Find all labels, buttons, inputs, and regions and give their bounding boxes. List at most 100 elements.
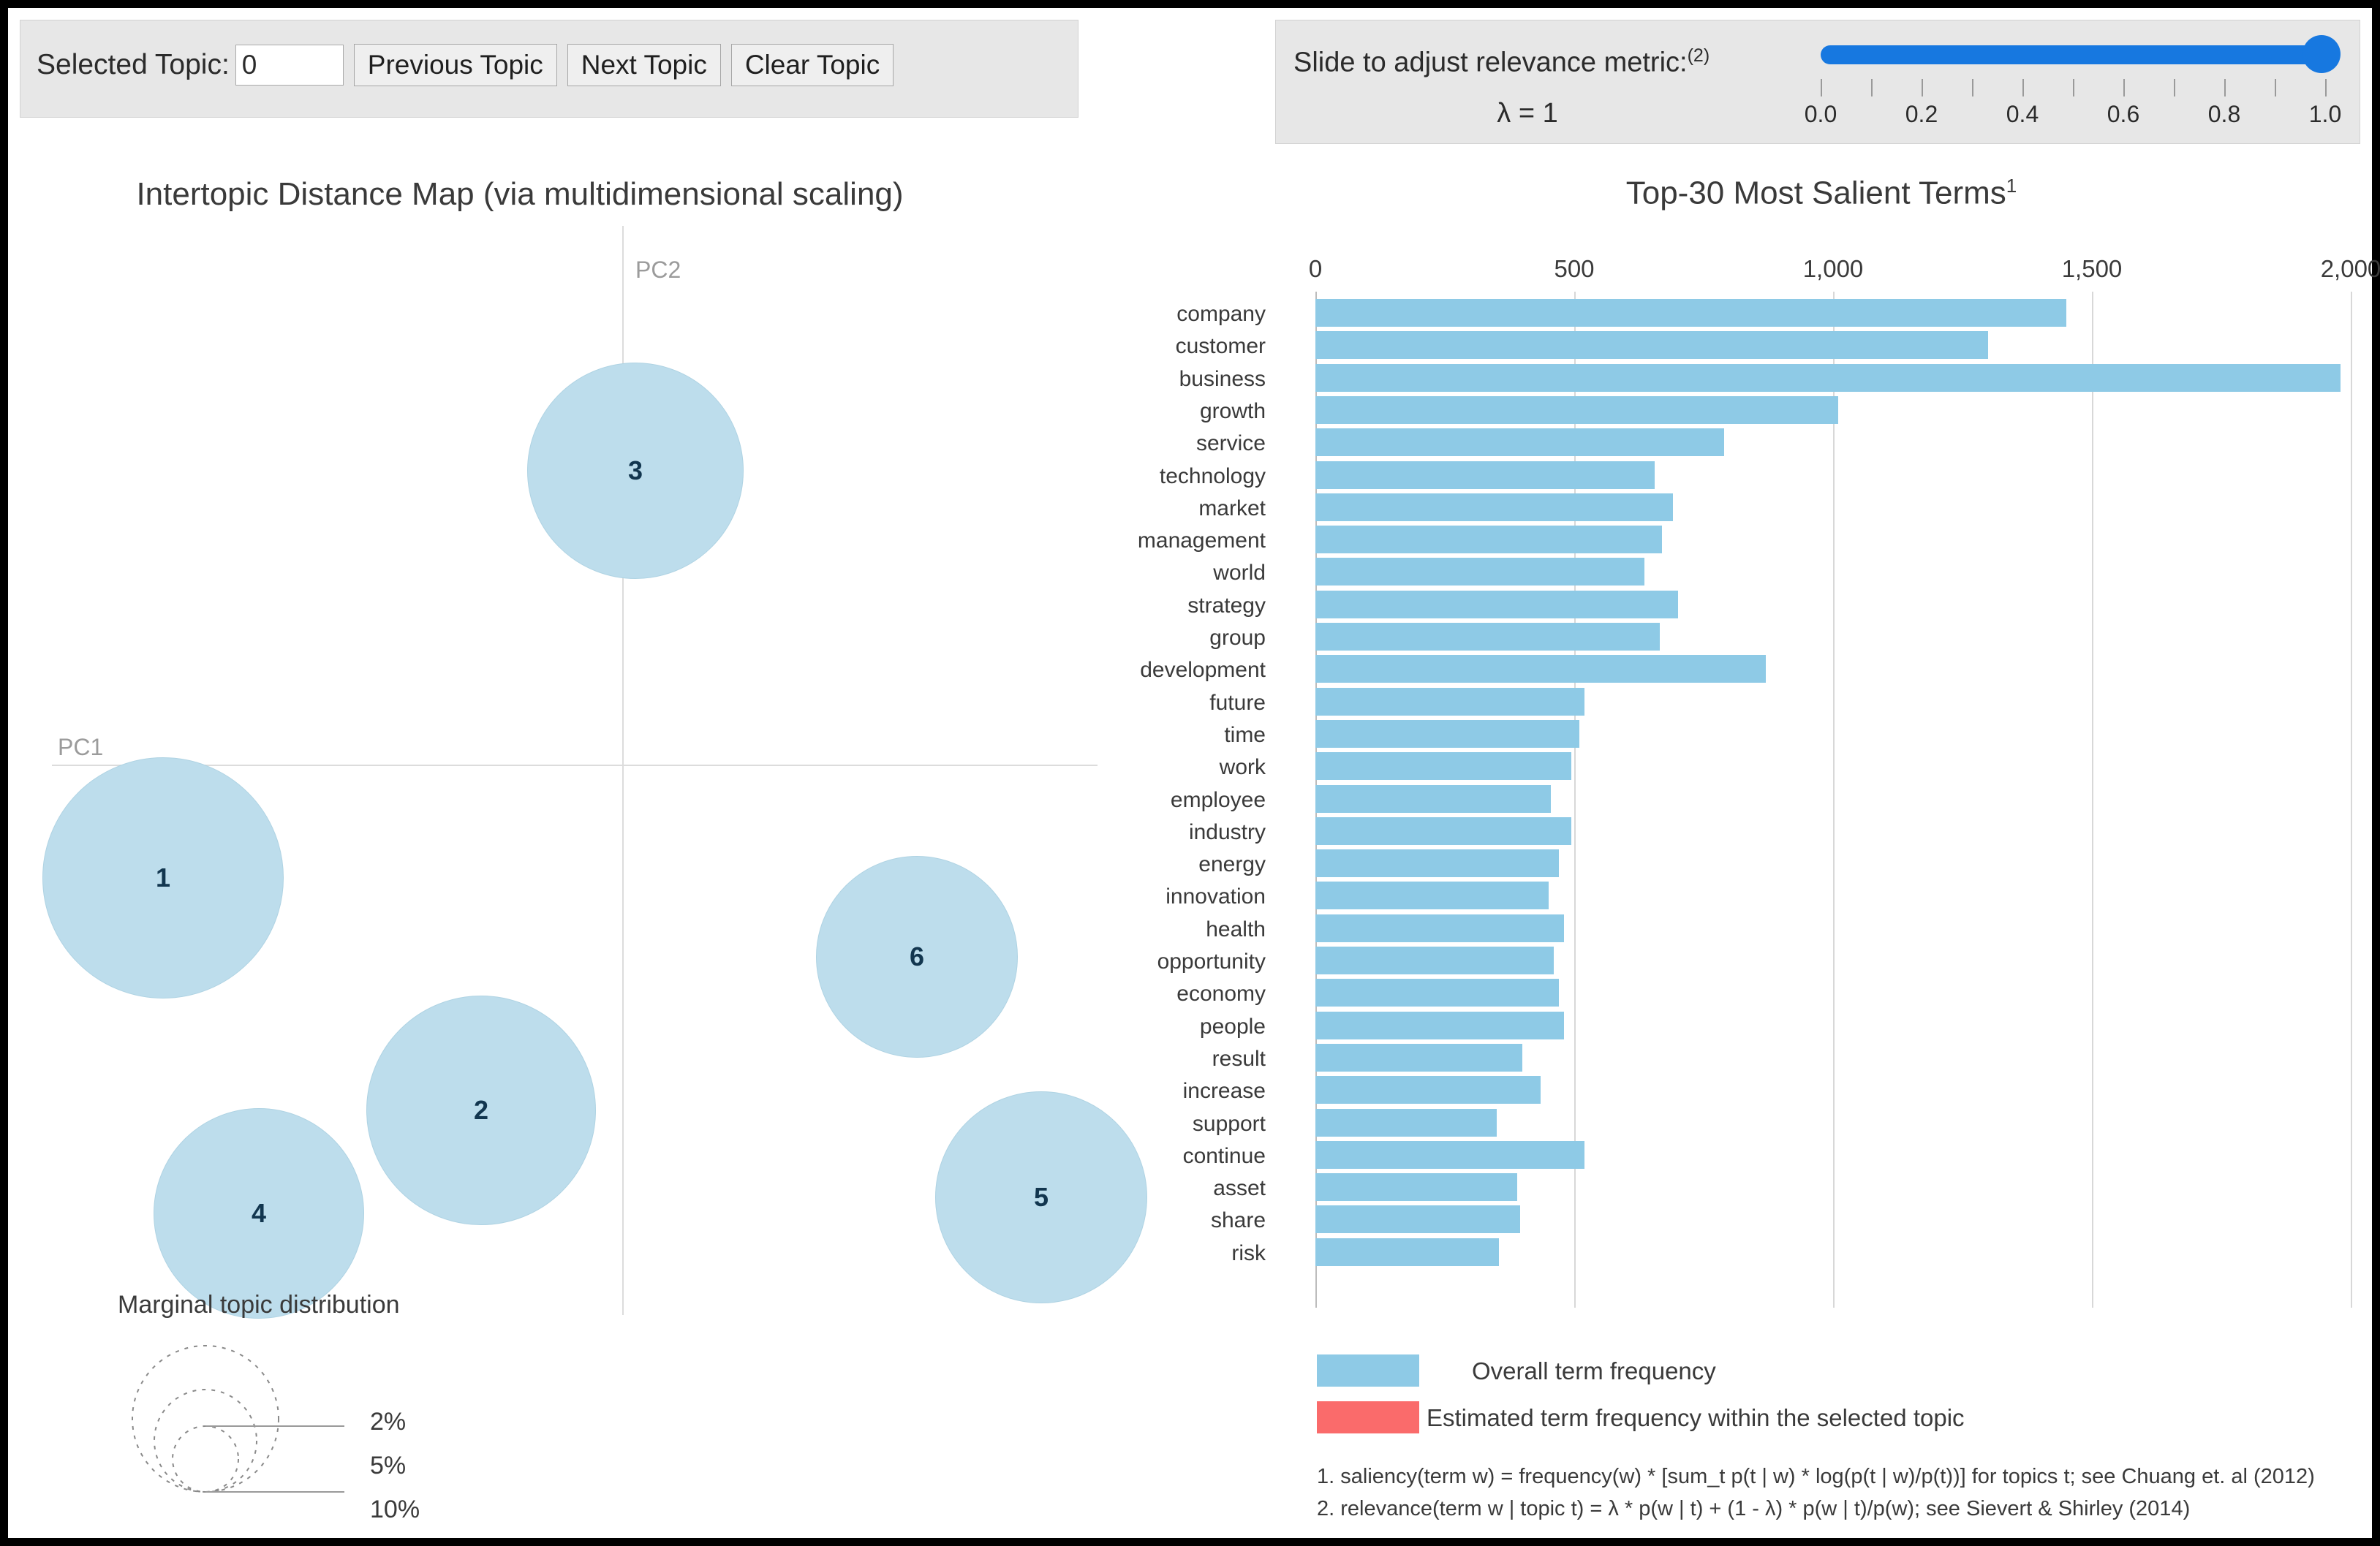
term-row[interactable]: customer <box>1176 330 2372 362</box>
term-row[interactable]: opportunity <box>1157 945 2372 977</box>
term-bar[interactable] <box>1315 979 1559 1007</box>
term-row[interactable]: growth <box>1200 395 2372 427</box>
term-row[interactable]: business <box>1179 363 2372 395</box>
term-bar[interactable] <box>1315 590 1678 618</box>
term-label[interactable]: technology <box>959 464 1266 489</box>
term-row[interactable]: strategy <box>1187 589 2372 621</box>
topic-circle-3[interactable] <box>527 363 744 579</box>
term-label[interactable]: innovation <box>959 884 1266 909</box>
term-row[interactable]: result <box>1212 1042 2372 1075</box>
term-row[interactable]: service <box>1196 427 2372 459</box>
term-row[interactable]: people <box>1200 1010 2372 1042</box>
term-label[interactable]: result <box>959 1047 1266 1072</box>
term-label[interactable]: asset <box>959 1176 1266 1201</box>
term-row[interactable]: support <box>1193 1107 2372 1140</box>
term-label[interactable]: development <box>959 658 1266 683</box>
term-label[interactable]: employee <box>959 788 1266 813</box>
term-bar[interactable] <box>1315 1205 1520 1234</box>
term-bar[interactable] <box>1315 687 1585 716</box>
term-bar[interactable] <box>1315 526 1663 554</box>
topic-circle-1[interactable] <box>42 757 284 999</box>
term-bar[interactable] <box>1315 428 1725 457</box>
previous-topic-button[interactable]: Previous Topic <box>353 44 557 86</box>
slider-track[interactable] <box>1821 45 2325 64</box>
term-label[interactable]: continue <box>959 1144 1266 1169</box>
term-bar[interactable] <box>1315 914 1564 942</box>
term-label[interactable]: risk <box>959 1241 1266 1266</box>
term-label[interactable]: share <box>959 1208 1266 1233</box>
term-bar[interactable] <box>1315 623 1660 651</box>
term-bar[interactable] <box>1315 493 1673 521</box>
term-row[interactable]: risk <box>1231 1237 2372 1269</box>
term-row[interactable]: employee <box>1171 784 2372 816</box>
term-bar[interactable] <box>1315 655 1766 683</box>
term-bar[interactable] <box>1315 816 1572 845</box>
slider-handle[interactable] <box>2302 35 2341 73</box>
term-row[interactable]: work <box>1220 751 2372 783</box>
clear-topic-button[interactable]: Clear Topic <box>730 44 894 86</box>
term-label[interactable]: increase <box>959 1079 1266 1104</box>
term-bar[interactable] <box>1315 1108 1497 1137</box>
term-bar[interactable] <box>1315 363 2341 392</box>
term-row[interactable]: development <box>1140 653 2372 686</box>
term-bar[interactable] <box>1315 1238 1500 1266</box>
term-bar[interactable] <box>1315 1011 1564 1039</box>
term-bar[interactable] <box>1315 1076 1541 1104</box>
term-bar[interactable] <box>1315 1140 1585 1169</box>
term-row[interactable]: industry <box>1189 816 2372 848</box>
term-label[interactable]: growth <box>959 399 1266 424</box>
term-label[interactable]: business <box>959 367 1266 392</box>
term-bar[interactable] <box>1315 784 1552 813</box>
term-row[interactable]: economy <box>1176 977 2372 1009</box>
term-label[interactable]: future <box>959 691 1266 716</box>
term-label[interactable]: work <box>959 755 1266 780</box>
term-row[interactable]: management <box>1138 524 2372 556</box>
term-label[interactable]: service <box>959 431 1266 456</box>
term-label[interactable]: support <box>959 1112 1266 1137</box>
term-label[interactable]: management <box>959 528 1266 553</box>
topic-circle-4[interactable] <box>154 1108 364 1319</box>
term-row[interactable]: asset <box>1213 1172 2372 1204</box>
selected-topic-input[interactable] <box>235 45 344 86</box>
term-bar[interactable] <box>1315 461 1655 489</box>
term-row[interactable]: market <box>1198 492 2372 524</box>
term-row[interactable]: technology <box>1160 460 2372 492</box>
term-label[interactable]: strategy <box>959 594 1266 618</box>
term-row[interactable]: future <box>1209 686 2372 719</box>
term-bar[interactable] <box>1315 1043 1523 1072</box>
term-row[interactable]: company <box>1176 298 2372 330</box>
term-label[interactable]: industry <box>959 820 1266 845</box>
term-row[interactable]: time <box>1224 719 2372 751</box>
relevance-slider[interactable]: 0.0 0.2 0.4 0.6 0.8 1.0 <box>1805 34 2341 136</box>
term-label[interactable]: energy <box>959 852 1266 877</box>
term-label[interactable]: time <box>959 723 1266 748</box>
term-bar[interactable] <box>1315 395 1839 424</box>
term-label[interactable]: health <box>959 917 1266 942</box>
term-bar[interactable] <box>1315 1173 1518 1202</box>
next-topic-button[interactable]: Next Topic <box>567 44 721 86</box>
term-bar[interactable] <box>1315 752 1572 781</box>
term-bar[interactable] <box>1315 299 2066 327</box>
term-label[interactable]: people <box>959 1015 1266 1039</box>
term-row[interactable]: energy <box>1198 848 2372 880</box>
term-bar[interactable] <box>1315 331 1989 360</box>
term-bar[interactable] <box>1315 719 1580 748</box>
term-bar[interactable] <box>1315 947 1554 974</box>
term-label[interactable]: opportunity <box>959 950 1266 974</box>
term-label[interactable]: group <box>959 626 1266 651</box>
term-row[interactable]: increase <box>1183 1075 2372 1107</box>
term-bar[interactable] <box>1315 882 1549 910</box>
term-bar[interactable] <box>1315 849 1559 878</box>
term-label[interactable]: market <box>959 496 1266 521</box>
term-row[interactable]: continue <box>1183 1140 2372 1172</box>
topic-circle-2[interactable] <box>366 996 596 1225</box>
term-row[interactable]: world <box>1213 556 2372 588</box>
term-label[interactable]: customer <box>959 334 1266 359</box>
term-row[interactable]: group <box>1209 621 2372 653</box>
term-row[interactable]: innovation <box>1166 880 2372 912</box>
term-label[interactable]: economy <box>959 982 1266 1007</box>
term-label[interactable]: company <box>959 302 1266 327</box>
term-bar[interactable] <box>1315 558 1644 586</box>
term-row[interactable]: health <box>1206 913 2372 945</box>
term-label[interactable]: world <box>959 561 1266 586</box>
